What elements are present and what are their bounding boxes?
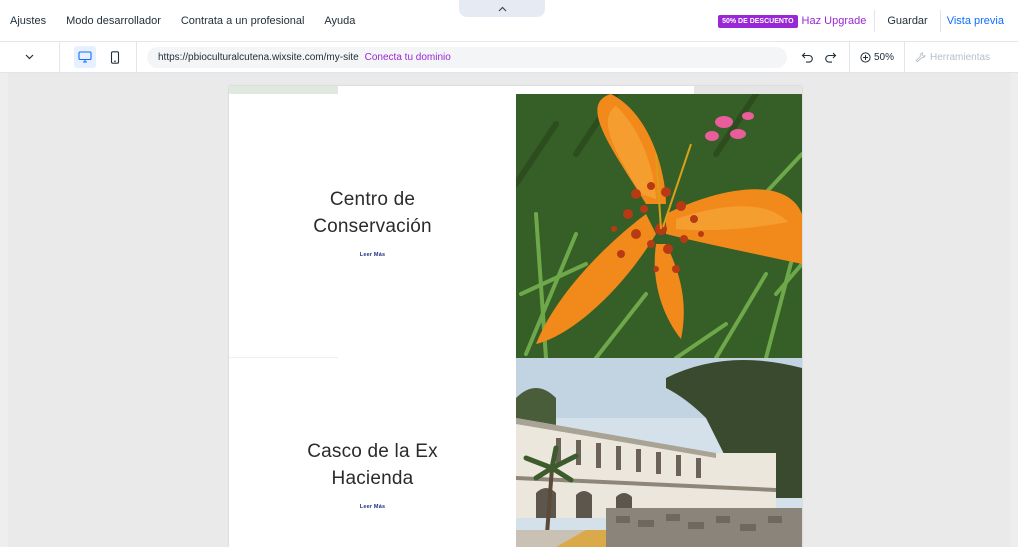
menu-ayuda[interactable]: Ayuda: [314, 0, 365, 42]
tools-button[interactable]: Herramientas: [905, 52, 990, 63]
tools-label: Herramientas: [930, 51, 991, 63]
desktop-icon: [78, 51, 92, 63]
title-line: Casco de la Ex: [307, 441, 438, 462]
undo-redo-group: [787, 41, 850, 73]
section-title[interactable]: Centro de Conservación: [313, 186, 432, 240]
hacienda-illustration: [516, 358, 802, 547]
menu-ajustes[interactable]: Ajustes: [0, 0, 56, 42]
mobile-icon: [110, 50, 120, 64]
undo-icon[interactable]: [801, 52, 814, 63]
read-more-link[interactable]: Leer Más: [360, 252, 385, 258]
chevron-down-icon: [25, 54, 34, 60]
site-url-bar[interactable]: https://pbioculturalcutena.wixsite.com/m…: [147, 46, 787, 68]
save-button[interactable]: Guardar: [875, 15, 939, 27]
desktop-view-button[interactable]: [74, 46, 96, 68]
menu-contrata-profesional[interactable]: Contrata a un profesional: [171, 0, 315, 42]
editor-toolbar: https://pbioculturalcutena.wixsite.com/m…: [0, 41, 1018, 73]
header-strip: [694, 86, 802, 94]
section-conservacion[interactable]: Centro de Conservación Leer Más: [229, 86, 516, 358]
title-line: Centro de: [329, 189, 416, 210]
hacienda-image[interactable]: [516, 358, 802, 547]
topbar-actions: 50% DE DESCUENTO Haz Upgrade Guardar Vis…: [718, 0, 1018, 42]
section-title[interactable]: Casco de la Ex Hacienda: [307, 438, 438, 492]
device-switcher: [60, 41, 137, 73]
collapse-topbar-button[interactable]: [459, 0, 545, 17]
connect-domain-link[interactable]: Conecta tu dominio: [365, 52, 451, 63]
flower-image[interactable]: [516, 94, 802, 358]
page-dropdown[interactable]: [0, 41, 60, 73]
site-url: https://pbioculturalcutena.wixsite.com/m…: [158, 51, 359, 63]
zoom-level: 50%: [874, 51, 895, 63]
title-line: Hacienda: [331, 468, 414, 489]
chevron-up-icon: [498, 6, 506, 11]
menu-modo-desarrollador[interactable]: Modo desarrollador: [56, 0, 171, 42]
section-ex-hacienda[interactable]: Casco de la Ex Hacienda Leer Más: [229, 358, 516, 547]
top-menu-bar: Ajustes Modo desarrollador Contrata a un…: [0, 0, 1018, 42]
redo-icon[interactable]: [824, 52, 837, 63]
title-line: Conservación: [313, 216, 432, 237]
mobile-view-button[interactable]: [104, 46, 126, 68]
site-page[interactable]: Centro de Conservación Leer Más Casco de…: [229, 86, 802, 547]
zoom-control[interactable]: 50%: [850, 41, 906, 73]
editor-canvas[interactable]: Centro de Conservación Leer Más Casco de…: [0, 73, 1018, 547]
preview-button[interactable]: Vista previa: [941, 15, 1018, 27]
read-more-link[interactable]: Leer Más: [360, 504, 385, 510]
zoom-plus-icon: [860, 51, 871, 63]
wrench-icon: [915, 52, 926, 62]
flower-illustration: [516, 94, 802, 358]
discount-badge[interactable]: 50% DE DESCUENTO: [718, 14, 798, 28]
upgrade-link[interactable]: Haz Upgrade: [802, 15, 867, 27]
